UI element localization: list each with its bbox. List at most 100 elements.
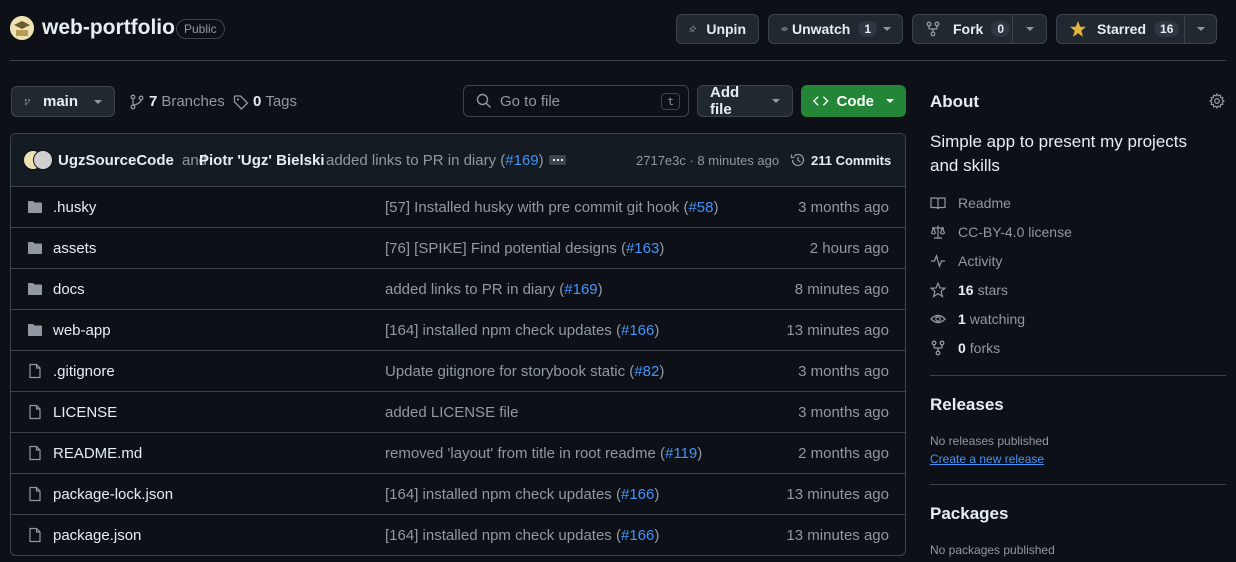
file-commit-message[interactable]: Update gitignore for storybook static (#… [385,363,664,380]
file-name[interactable]: .gitignore [53,363,115,380]
file-row[interactable]: LICENSE added LICENSE file 3 months ago [11,391,905,432]
create-release-link[interactable]: Create a new release [930,452,1044,466]
unwatch-button[interactable]: Unwatch 1 [768,14,903,44]
code-icon [813,96,829,106]
pulse-icon [931,254,945,268]
file-commit-message[interactable]: [164] installed npm check updates (#166) [385,486,659,503]
history-icon [790,153,805,167]
file-name[interactable]: package-lock.json [53,486,173,503]
no-packages-text: No packages published [930,543,1055,557]
watch-dropdown[interactable] [877,15,891,43]
watchers-link[interactable]: 1 watching [930,311,1025,327]
readme-label: Readme [958,195,1011,211]
commit-message[interactable]: added links to PR in diary (#169) [326,152,544,169]
branch-select[interactable]: main [11,86,115,117]
packages-heading[interactable]: Packages [930,504,1008,524]
gear-icon[interactable] [1209,93,1225,109]
file-name[interactable]: package.json [53,527,141,544]
license-link[interactable]: CC-BY-4.0 license [930,224,1072,240]
star-count: 16 [1154,21,1180,37]
file-name[interactable]: README.md [53,445,142,462]
pr-link[interactable]: #166 [621,322,654,339]
header-divider [10,60,1226,61]
file-row[interactable]: README.md removed 'layout' from title in … [11,432,905,473]
file-name[interactable]: web-app [53,322,111,339]
star-icon [930,282,946,298]
activity-link[interactable]: Activity [930,253,1002,269]
watching-count: 1 [958,311,966,327]
folder-icon [28,201,42,213]
pr-link[interactable]: #169 [564,281,597,298]
file-row[interactable]: assets [76] [SPIKE] Find potential design… [11,227,905,268]
commit-message-text: [76] [SPIKE] Find potential designs ( [385,239,626,257]
commit-author-2[interactable]: Piotr 'Ugz' Bielski [199,152,325,169]
repo-name[interactable]: web-portfolio [42,16,175,40]
commit-author-1[interactable]: UgzSourceCode [58,152,174,169]
folder-icon [28,324,42,336]
file-name[interactable]: LICENSE [53,404,117,421]
pr-link[interactable]: #82 [634,363,659,380]
pr-link[interactable]: #163 [626,240,659,257]
file-name[interactable]: docs [53,281,85,298]
starred-label: Starred [1097,21,1147,37]
star-dropdown[interactable] [1185,15,1205,43]
releases-heading[interactable]: Releases [930,395,1004,415]
code-button[interactable]: Code [801,85,906,117]
file-row[interactable]: .gitignore Update gitignore for storybook… [11,350,905,391]
sidebar-divider [930,484,1226,485]
author-avatars[interactable] [23,150,53,170]
tags-link[interactable]: 0 Tags [233,93,297,110]
unpin-button[interactable]: Unpin [676,14,759,44]
commit-sha-time[interactable]: 2717e3c · 8 minutes ago [636,153,779,168]
readme-link[interactable]: Readme [930,195,1011,211]
stars-link[interactable]: 16 stars [930,282,1008,298]
file-commit-message[interactable]: [164] installed npm check updates (#166) [385,322,659,339]
starred-button[interactable]: Starred 16 [1057,15,1185,43]
pr-link[interactable]: #119 [665,445,697,462]
pr-link[interactable]: #166 [621,527,654,544]
pr-link[interactable]: #166 [621,486,654,503]
repo-description: Simple app to present my projects and sk… [930,132,1188,175]
search-icon [476,93,491,108]
file-updated-time: 13 minutes ago [786,526,889,544]
file-row[interactable]: package.json [164] installed npm check up… [11,514,905,555]
commits-link[interactable]: 211 Commits [790,152,891,168]
about-heading: About [930,92,980,111]
avatar [33,150,53,170]
file-name[interactable]: assets [53,240,96,257]
file-row[interactable]: .husky [57] Installed husky with pre comm… [11,186,905,227]
search-placeholder: Go to file [500,92,561,110]
commit-message-suffix: ) [654,321,660,339]
add-file-button[interactable]: Add file [697,84,793,118]
file-commit-message[interactable]: [164] installed npm check updates (#166) [385,527,659,544]
fork-dropdown[interactable] [1013,15,1034,43]
commit-message-suffix: ) [597,280,603,298]
file-commit-message[interactable]: added LICENSE file [385,404,518,421]
fork-button-group: Fork 0 [912,14,1047,44]
file-name[interactable]: .husky [53,199,96,216]
branches-link[interactable]: 7 Branches [129,93,225,110]
unpin-label: Unpin [706,21,746,37]
file-row[interactable]: package-lock.json [164] installed npm che… [11,473,905,514]
repo-avatar[interactable] [10,16,34,40]
tag-icon [233,94,249,110]
file-commit-message[interactable]: [57] Installed husky with pre commit git… [385,199,719,216]
pr-link[interactable]: #58 [688,199,713,216]
file-commit-message[interactable]: removed 'layout' from title in root read… [385,445,702,462]
file-updated-time: 2 months ago [798,444,889,462]
fork-button[interactable]: Fork 0 [913,15,1013,43]
commit-pr-link[interactable]: #169 [505,152,538,169]
file-row[interactable]: web-app [164] installed npm check updates… [11,309,905,350]
file-updated-time: 8 minutes ago [794,280,889,298]
ellipsis-icon[interactable] [549,155,566,165]
fork-icon [926,21,940,37]
go-to-file-search[interactable]: Go to file t [463,85,689,117]
branch-name: main [42,93,78,110]
file-commit-message[interactable]: added links to PR in diary (#169) [385,281,603,298]
file-commit-message[interactable]: [76] [SPIKE] Find potential designs (#16… [385,240,664,257]
fork-icon [931,340,945,356]
activity-label: Activity [958,253,1003,269]
file-row[interactable]: docs added links to PR in diary (#169) 8 m… [11,268,905,309]
commit-message-suffix: ) [697,444,703,462]
forks-link[interactable]: 0 forks [930,340,1000,356]
